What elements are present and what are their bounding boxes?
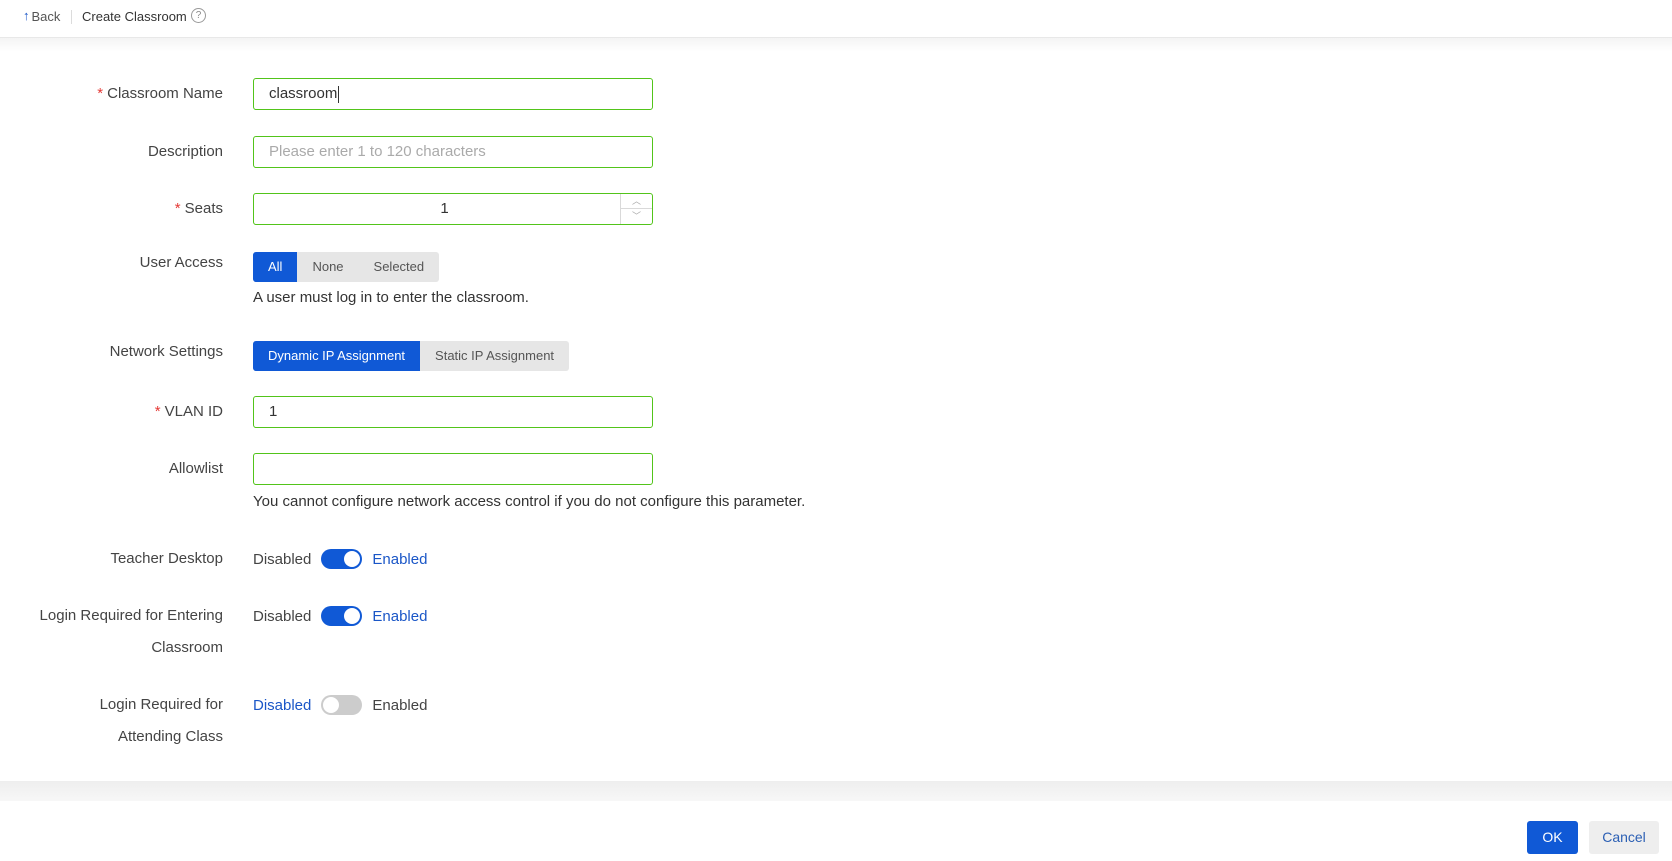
- login-attending-enabled-label: Enabled: [372, 696, 428, 714]
- description-label: Description: [147, 143, 223, 160]
- teacher-desktop-label: Teacher Desktop: [110, 550, 223, 567]
- description-input[interactable]: Please enter 1 to 120 characters: [253, 136, 653, 168]
- classroom-name-input[interactable]: classroom: [253, 78, 653, 110]
- allowlist-input[interactable]: [253, 453, 653, 485]
- login-entering-enabled-label: Enabled: [372, 607, 428, 625]
- top-bar: ↑ Back Create Classroom ?: [0, 0, 1672, 38]
- toggle-knob: [323, 697, 340, 713]
- divider: [71, 10, 72, 24]
- vlan-id-label: * VLAN ID: [154, 403, 223, 420]
- vlan-id-input[interactable]: 1: [253, 396, 653, 428]
- back-link[interactable]: ↑ Back: [23, 8, 60, 24]
- text-caret: [338, 85, 340, 103]
- classroom-name-label: * Classroom Name: [97, 85, 223, 102]
- user-access-segmented: All None Selected: [253, 252, 440, 282]
- network-settings-label: Network Settings: [109, 343, 223, 360]
- footer-divider: [0, 781, 1672, 801]
- footer-bar: OK Cancel: [0, 801, 1672, 861]
- login-entering-disabled-label: Disabled: [253, 607, 312, 625]
- teacher-desktop-toggle[interactable]: [321, 549, 363, 569]
- chevron-down-icon[interactable]: ﹀: [621, 209, 652, 224]
- user-access-none[interactable]: None: [297, 252, 358, 282]
- help-icon[interactable]: ?: [191, 8, 206, 23]
- static-ip-option[interactable]: Static IP Assignment: [420, 341, 569, 371]
- allowlist-label: Allowlist: [168, 460, 223, 477]
- stepper-buttons: ︿ ﹀: [620, 194, 652, 224]
- toggle-knob: [344, 551, 361, 567]
- teacher-desktop-disabled-label: Disabled: [253, 550, 312, 568]
- login-attending-switch-group: Disabled Enabled: [253, 689, 427, 721]
- dynamic-ip-option[interactable]: Dynamic IP Assignment: [253, 341, 421, 371]
- teacher-desktop-switch-group: Disabled Enabled: [253, 543, 427, 575]
- teacher-desktop-enabled-label: Enabled: [372, 550, 428, 568]
- login-entering-label: Login Required for Entering Classroom: [39, 607, 223, 656]
- login-entering-toggle[interactable]: [321, 606, 363, 626]
- login-attending-toggle[interactable]: [321, 695, 363, 715]
- page-title: Create Classroom: [82, 9, 187, 24]
- toggle-knob: [344, 608, 361, 624]
- cancel-button[interactable]: Cancel: [1589, 821, 1659, 854]
- seats-stepper[interactable]: 1 ︿ ﹀: [253, 193, 653, 225]
- user-access-all[interactable]: All: [253, 252, 298, 282]
- user-access-hint: A user must log in to enter the classroo…: [253, 289, 529, 306]
- login-entering-switch-group: Disabled Enabled: [253, 600, 427, 632]
- seats-label: * Seats: [174, 200, 223, 217]
- back-label: Back: [31, 8, 61, 24]
- user-access-selected[interactable]: Selected: [359, 252, 440, 282]
- ok-button[interactable]: OK: [1527, 821, 1578, 854]
- allowlist-hint: You cannot configure network access cont…: [253, 493, 806, 510]
- chevron-up-icon[interactable]: ︿: [621, 194, 652, 209]
- user-access-label: User Access: [139, 254, 223, 271]
- login-attending-disabled-label: Disabled: [253, 696, 312, 714]
- header-shadow: [0, 38, 1672, 52]
- back-arrow-icon: ↑: [23, 8, 30, 23]
- network-settings-segmented: Dynamic IP Assignment Static IP Assignme…: [253, 341, 570, 371]
- login-attending-label: Login Required for Attending Class: [99, 696, 223, 745]
